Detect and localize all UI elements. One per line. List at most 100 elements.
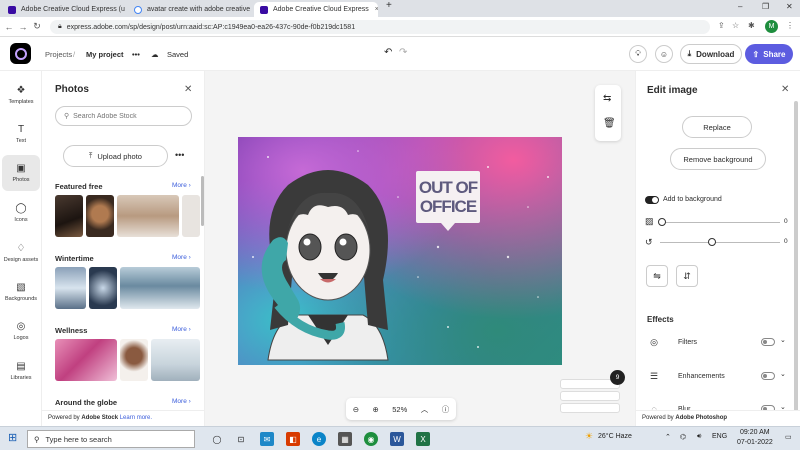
upload-photo-button[interactable]: ⤒ Upload photo: [63, 145, 168, 167]
edge-icon[interactable]: e: [312, 432, 326, 446]
scrollbar[interactable]: [201, 176, 204, 226]
clock-time[interactable]: 09:20 AM: [740, 429, 770, 436]
project-more-button[interactable]: •••: [132, 50, 140, 59]
rail-item-photos[interactable]: ▣ Photos: [2, 155, 40, 191]
window-close-icon[interactable]: ✕: [786, 2, 793, 11]
learn-more-link[interactable]: Learn more.: [120, 415, 152, 421]
back-icon[interactable]: ←: [2, 22, 16, 32]
adobe-express-logo[interactable]: [10, 43, 31, 64]
scrollbar[interactable]: [794, 101, 798, 421]
effect-row-enhancements[interactable]: ☰ Enhancements ⌄: [644, 364, 789, 388]
more-link[interactable]: More ›: [172, 254, 191, 261]
maximize-icon[interactable]: ❐: [762, 2, 769, 11]
artboard[interactable]: OUT OF OFFICE: [238, 137, 562, 365]
anime-avatar-image[interactable]: [248, 155, 408, 365]
effect-row-filters[interactable]: ◎ Filters ⌄: [644, 330, 789, 354]
photo-thumbnail[interactable]: [151, 339, 200, 381]
network-icon[interactable]: ⌬: [680, 433, 686, 441]
filters-toggle[interactable]: [761, 338, 775, 346]
more-link[interactable]: More ›: [172, 326, 191, 333]
share-button[interactable]: ⇧ Share: [745, 44, 793, 64]
opacity-slider-knob[interactable]: [658, 218, 666, 226]
browser-menu-icon[interactable]: ⋮: [786, 21, 794, 30]
photo-thumbnail[interactable]: [55, 339, 117, 381]
weather-text[interactable]: 26°C Haze: [598, 433, 632, 440]
photo-thumbnail[interactable]: [89, 267, 117, 309]
browser-tab-active[interactable]: Adobe Creative Cloud Express ×: [254, 2, 378, 17]
rail-item-backgrounds[interactable]: ▧ Backgrounds: [2, 274, 40, 310]
close-tab-icon[interactable]: ×: [125, 6, 126, 13]
more-options-icon[interactable]: •••: [175, 150, 184, 160]
share-page-icon[interactable]: ⇪: [718, 21, 725, 30]
download-button[interactable]: ⤓ Download: [680, 44, 742, 64]
undo-icon[interactable]: ↶: [384, 47, 392, 58]
minimize-icon[interactable]: –: [738, 2, 742, 11]
close-tab-icon[interactable]: ×: [250, 6, 252, 13]
more-link[interactable]: More ›: [172, 398, 191, 405]
extensions-icon[interactable]: ✱: [748, 21, 755, 30]
info-icon[interactable]: ⓘ: [442, 404, 450, 415]
invite-user-icon[interactable]: ☺: [655, 45, 673, 63]
volume-icon[interactable]: 🔊︎: [697, 433, 701, 441]
rail-item-logos[interactable]: ◎ Logos: [2, 313, 40, 349]
mail-icon[interactable]: ✉: [260, 432, 274, 446]
breadcrumb-projects[interactable]: Projects: [45, 50, 72, 59]
photo-thumbnail[interactable]: [120, 339, 148, 381]
close-icon[interactable]: ✕: [781, 84, 789, 95]
photo-thumbnail[interactable]: [182, 195, 200, 237]
out-of-office-sign[interactable]: OUT OF OFFICE: [416, 171, 480, 223]
taskbar-search[interactable]: ⚲ Type here to search: [27, 430, 195, 448]
remove-background-button[interactable]: Remove background: [670, 148, 766, 170]
rail-item-libraries[interactable]: ▤ Libraries: [2, 353, 40, 389]
office-icon[interactable]: ◧: [286, 432, 300, 446]
word-icon[interactable]: W: [390, 432, 404, 446]
forward-icon[interactable]: →: [16, 22, 30, 32]
url-field[interactable]: 🔒︎ express.adobe.com/sp/design/post/urn:…: [50, 20, 710, 34]
replace-button[interactable]: Replace: [682, 116, 752, 138]
windows-start-icon[interactable]: ⊞: [8, 431, 17, 444]
zoom-level[interactable]: 52%: [392, 405, 407, 414]
page-thumbnail[interactable]: [560, 403, 620, 413]
swap-icon[interactable]: ⇆: [603, 93, 611, 104]
close-tab-icon[interactable]: ×: [369, 6, 378, 13]
browser-tab[interactable]: Adobe Creative Cloud Express (u ×: [2, 2, 126, 17]
photo-thumbnail[interactable]: [86, 195, 114, 237]
delete-icon[interactable]: 🗑︎: [603, 118, 616, 129]
notifications-icon[interactable]: ▭: [785, 433, 792, 441]
chevron-down-icon[interactable]: ⌄: [780, 336, 786, 344]
widgets-icon[interactable]: ⊡: [234, 432, 248, 446]
profile-avatar[interactable]: M: [765, 20, 778, 33]
rotate-slider[interactable]: [660, 242, 780, 243]
bookmark-star-icon[interactable]: ☆: [732, 21, 739, 30]
rail-item-icons[interactable]: ◯ Icons: [2, 195, 40, 231]
new-tab-button[interactable]: +: [386, 0, 392, 11]
opacity-slider[interactable]: [660, 222, 780, 223]
zoom-out-icon[interactable]: ⊖: [353, 405, 359, 414]
clock-date[interactable]: 07-01-2022: [737, 439, 773, 446]
task-view-icon[interactable]: ◯: [210, 432, 224, 446]
tray-chevron-icon[interactable]: ⌃: [665, 433, 671, 441]
store-icon[interactable]: ▦: [338, 432, 352, 446]
rail-item-text[interactable]: T Text: [2, 116, 40, 152]
search-box[interactable]: ⚲: [55, 106, 192, 126]
browser-tab[interactable]: avatar create with adobe creative ×: [128, 2, 252, 17]
flip-horizontal-icon[interactable]: ⇋: [646, 265, 668, 287]
excel-icon[interactable]: X: [416, 432, 430, 446]
flip-vertical-icon[interactable]: ⇵: [676, 265, 698, 287]
page-thumbnail[interactable]: [560, 391, 620, 401]
photo-thumbnail[interactable]: [120, 267, 200, 309]
enhancements-toggle[interactable]: [761, 372, 775, 380]
rail-item-templates[interactable]: ❖ Templates: [2, 77, 40, 113]
rotate-slider-knob[interactable]: [708, 238, 716, 246]
zoom-in-icon[interactable]: ⊕: [373, 405, 379, 414]
redo-icon[interactable]: ↷: [399, 47, 407, 58]
page-thumbnails[interactable]: [560, 379, 622, 415]
photo-thumbnail[interactable]: [55, 267, 86, 309]
chevron-down-icon[interactable]: ⌄: [780, 370, 786, 378]
language-indicator[interactable]: ENG: [712, 433, 727, 440]
chevron-up-icon[interactable]: ︿: [421, 404, 429, 415]
photo-thumbnail[interactable]: [117, 195, 179, 237]
rail-item-design-assets[interactable]: ♢ Design assets: [2, 235, 40, 271]
lightbulb-icon[interactable]: 💡︎: [629, 45, 647, 63]
project-name[interactable]: My project: [86, 50, 124, 59]
